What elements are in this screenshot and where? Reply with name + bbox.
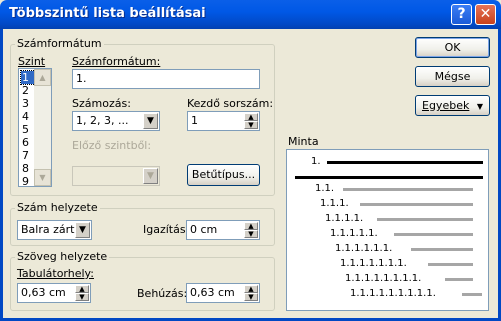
preview-row-line: [445, 278, 473, 281]
alignment-dropdown[interactable]: Balra zárt ▼: [17, 220, 92, 240]
text-indent-spinner[interactable]: 0,63 cm ▲ ▼: [186, 283, 260, 303]
window-title: Többszintű lista beállításai: [9, 6, 206, 21]
preview-row-number: 1.1.1.: [320, 198, 349, 209]
preview-row: 1.1.1.1.1.1.1.: [340, 258, 483, 270]
preview-row-number: 1.1.1.1.1.1.1.1.1.: [350, 288, 436, 299]
start-number-spinner[interactable]: 1 ▲ ▼: [187, 111, 260, 131]
font-button[interactable]: Betűtípus...: [187, 164, 260, 186]
preview-row-number: 1.1.: [315, 183, 335, 194]
numbering-value: 1, 2, 3, ...: [76, 114, 129, 127]
chevron-down-icon[interactable]: ▼: [143, 168, 158, 184]
level-scrollbar[interactable]: ▲ ▼: [34, 69, 51, 186]
spin-up-icon[interactable]: ▲: [244, 113, 258, 121]
preview-row-line: [327, 161, 483, 164]
preview-row: 1.1.1.: [320, 198, 483, 210]
numbering-dropdown[interactable]: 1, 2, 3, ... ▼: [72, 111, 160, 131]
preview-row-line: [394, 233, 473, 236]
preview-row: 1.1.: [315, 183, 483, 195]
text-position-group-label: Szöveg helyzete: [15, 250, 110, 263]
preview-row-line: [411, 248, 473, 251]
preview-row-line: [462, 293, 482, 296]
number-indent-label: Igazítás:: [143, 223, 190, 236]
level-list-item[interactable]: 7: [21, 149, 35, 162]
level-list-item[interactable]: 4: [21, 110, 35, 123]
level-list-item[interactable]: 5: [21, 123, 35, 136]
preview-row-line: [377, 218, 473, 221]
preview-row-number: 1.: [311, 156, 321, 167]
number-position-group-label: Szám helyzete: [15, 201, 100, 214]
level-list-item[interactable]: 3: [21, 97, 35, 110]
tab-stop-label: Tabulátorhely:: [17, 267, 94, 280]
number-format-group-label: Számformátum: [15, 37, 104, 50]
level-listbox[interactable]: 123456789 ▲ ▼: [18, 68, 52, 188]
preview-label: Minta: [288, 135, 319, 148]
spin-down-icon[interactable]: ▼: [75, 293, 89, 301]
level-list-item[interactable]: 8: [21, 162, 35, 175]
preview-row: 1.1.1.1.: [325, 213, 483, 225]
scroll-down-icon[interactable]: ▼: [34, 169, 51, 186]
more-button[interactable]: Egyebek ▼: [415, 95, 490, 116]
chevron-down-icon[interactable]: ▼: [75, 222, 90, 238]
preview-pane: 1. 1.1. 1.1.1. 1.1.1.1. 1.1.1.1.1. 1.1.1.1.1.…: [286, 149, 489, 311]
preview-row-number: 1.1.1.1.1.1.: [335, 243, 393, 254]
preview-row: 1.1.1.1.1.1.1.1.: [345, 273, 483, 285]
preview-top-bar: [295, 176, 483, 179]
more-button-label: Egyebek: [422, 99, 470, 112]
numbering-label: Számozás:: [72, 97, 131, 110]
preview-row-line: [360, 203, 473, 206]
preview-row-number: 1.1.1.1.1.1.1.1.: [345, 273, 422, 284]
format-label: Számformátum:: [72, 55, 161, 68]
preview-row-line: [428, 263, 473, 266]
close-button[interactable]: ✕: [475, 4, 496, 25]
level-list-item[interactable]: 9: [21, 175, 35, 188]
prev-level-label: Előző szintből:: [72, 139, 152, 152]
preview-row: 1.1.1.1.1.1.1.1.1.: [350, 288, 483, 300]
cancel-button[interactable]: Mégse: [415, 66, 490, 87]
spin-up-icon[interactable]: ▲: [244, 222, 258, 230]
double-chevron-down-icon: ▼: [476, 102, 483, 111]
preview-row: 1.1.1.1.1.: [330, 228, 483, 240]
ok-button[interactable]: OK: [415, 37, 490, 58]
spin-up-icon[interactable]: ▲: [75, 285, 89, 293]
scroll-up-icon[interactable]: ▲: [34, 69, 51, 86]
start-label: Kezdő sorszám:: [187, 97, 274, 110]
format-input[interactable]: 1.: [72, 69, 260, 89]
spin-down-icon[interactable]: ▼: [244, 230, 258, 238]
prev-level-dropdown[interactable]: ▼: [72, 166, 160, 186]
text-indent-value: 0,63 cm: [190, 286, 235, 299]
chevron-down-icon[interactable]: ▼: [143, 113, 158, 129]
start-number-value: 1: [191, 114, 198, 127]
tab-stop-value: 0,63 cm: [21, 286, 66, 299]
number-indent-spinner[interactable]: 0 cm ▲ ▼: [186, 220, 260, 240]
alignment-value: Balra zárt: [21, 223, 75, 236]
text-indent-label: Behúzás:: [137, 287, 188, 300]
preview-row-number: 1.1.1.1.: [325, 213, 364, 224]
spin-down-icon[interactable]: ▼: [244, 293, 258, 301]
level-list-item[interactable]: 6: [21, 136, 35, 149]
level-list-item[interactable]: 1: [20, 70, 36, 85]
preview-row: 1.1.1.1.1.1.: [335, 243, 483, 255]
level-label: Szint: [18, 55, 46, 68]
spin-down-icon[interactable]: ▼: [244, 121, 258, 129]
number-indent-value: 0 cm: [190, 223, 218, 236]
preview-row-number: 1.1.1.1.1.1.1.: [340, 258, 407, 269]
level-list-item[interactable]: 2: [21, 84, 35, 97]
spin-up-icon[interactable]: ▲: [244, 285, 258, 293]
preview-row: 1.: [311, 156, 483, 168]
preview-row-number: 1.1.1.1.1.: [330, 228, 378, 239]
tab-stop-spinner[interactable]: 0,63 cm ▲ ▼: [17, 283, 91, 303]
title-bar: Többszintű lista beállításai ? ✕: [0, 0, 501, 29]
help-button[interactable]: ?: [451, 4, 472, 25]
preview-row-line: [343, 188, 473, 191]
